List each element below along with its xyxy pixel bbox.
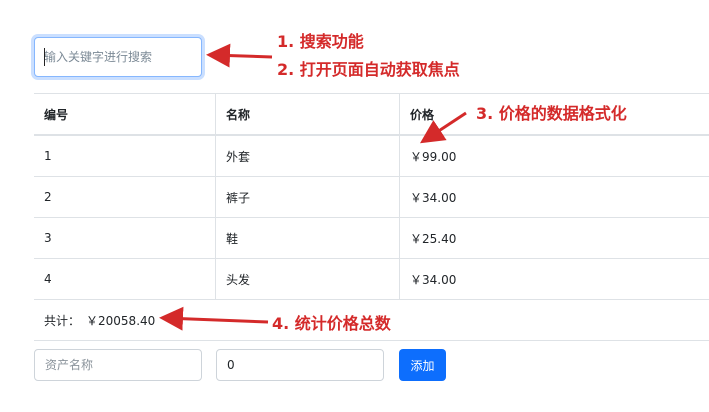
annotation-autofocus: 2. 打开页面自动获取焦点: [277, 60, 460, 79]
arrow-price-format: [419, 111, 467, 144]
annotation-price-format: 3. 价格的数据格式化: [476, 104, 627, 123]
arrow-search: [206, 43, 273, 68]
arrow-total: [159, 306, 269, 331]
annotation-total: 4. 统计价格总数: [272, 314, 391, 333]
annotation-search: 1. 搜索功能: [277, 32, 364, 51]
